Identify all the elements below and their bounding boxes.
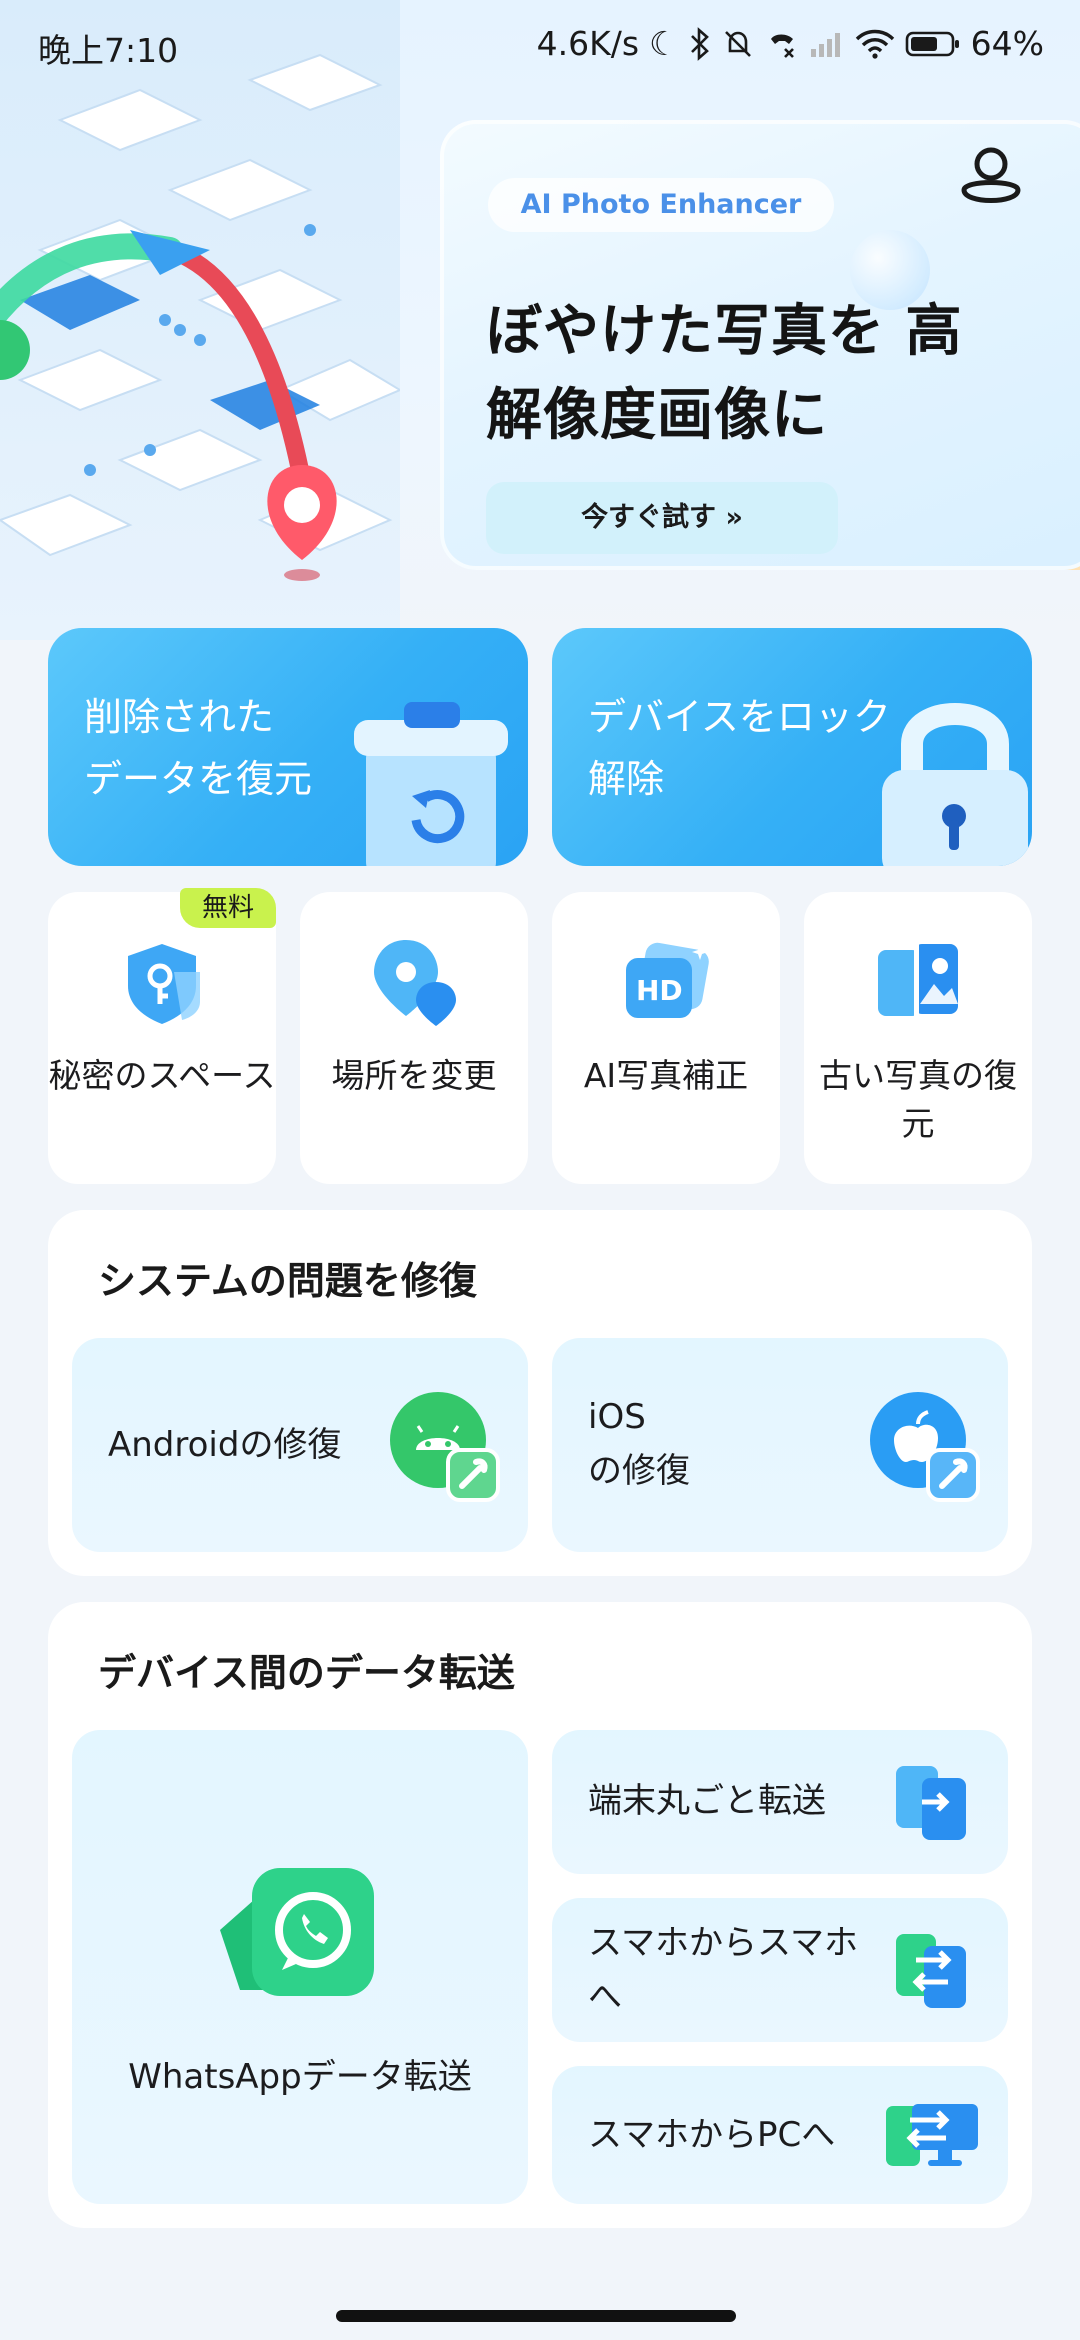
phone-to-phone-icon [896,1934,966,2008]
status-time: 晚上7:10 [38,31,179,70]
try-now-button[interactable]: 今すぐ試す » [486,482,838,554]
double-chevron-right-icon: » [725,502,743,533]
system-repair-section: システムの問題を修復 Androidの修復 iOS の修復 [48,1210,1032,1576]
shield-key-icon [128,944,200,1024]
android-repair-icon [390,1392,500,1502]
banner-headline-line1: ぼやけた写真を 高 [486,299,963,364]
status-icons: 4.6K/s ☾ 64% [537,24,1044,63]
whatsapp-transfer-icon [220,1868,374,1996]
home-indicator[interactable] [336,2310,736,2322]
data-transfer-section: デバイス間のデータ転送 WhatsAppデータ転送 端末丸ごと転送 スマホからス… [48,1602,1032,2228]
hd-photo-icon: HD [626,942,709,1018]
device-transfer-icon [896,1766,966,1840]
cellular-signal-icon [810,32,840,57]
phone-to-phone-card[interactable]: スマホからスマホへ [552,1898,1008,2042]
try-now-label: 今すぐ試す [581,502,717,533]
mute-bell-icon [724,30,751,57]
tool-change-location[interactable]: 場所を変更 [300,892,528,1184]
location-pin-icon [374,940,456,1026]
phone-to-pc-card[interactable]: スマホからPCへ [552,2066,1008,2204]
whatsapp-transfer-card[interactable]: WhatsAppデータ転送 [72,1730,528,2204]
tool-label: 秘密のスペース [48,1056,276,1095]
battery-percent: 64% [970,24,1044,63]
tool-ai-photo-enhance[interactable]: HD AI写真補正 [552,892,780,1184]
profile-icon[interactable] [956,140,1026,210]
phone-to-pc-icon [886,2104,978,2166]
section-title: システムの問題を修復 [98,1259,477,1303]
wifi-icon [855,29,894,59]
svg-text:HD: HD [636,974,683,1007]
banner-headline-line2: 解像度画像に [486,383,828,448]
battery-icon [905,31,959,56]
trash-bin-icon [354,702,508,866]
tool-label: 場所を変更 [331,1056,497,1095]
whole-device-transfer-label: 端末丸ごと転送 [588,1781,826,1821]
ios-repair-icon [870,1392,980,1502]
padlock-icon [882,703,1028,866]
whatsapp-transfer-label: WhatsAppデータ転送 [128,2057,472,2097]
call-off-icon [770,34,794,58]
ios-repair-label: iOS の修復 [588,1397,690,1491]
banner-tag: AI Photo Enhancer [488,178,834,232]
bluetooth-icon [690,26,709,61]
section-title: デバイス間のデータ転送 [98,1651,515,1695]
ios-repair-card[interactable]: iOS の修復 [552,1338,1008,1552]
free-badge: 無料 [180,888,276,928]
status-bar: 晚上7:10 4.6K/s ☾ 64% [0,0,1080,94]
banner-headline: ぼやけた写真を 高 解像度画像に [486,290,1026,458]
tool-label: AI写真補正 [583,1056,749,1095]
whole-device-transfer-card[interactable]: 端末丸ごと転送 [552,1730,1008,1874]
android-repair-card[interactable]: Androidの修復 [72,1338,528,1552]
map-illustration [0,0,400,640]
net-speed: 4.6K/s [536,24,640,63]
photo-restore-icon [878,940,958,1026]
unlock-device-card[interactable]: デバイスをロック 解除 [552,628,1032,866]
android-repair-label: Androidの修復 [108,1425,342,1465]
moon-icon: ☾ [649,24,679,63]
recover-deleted-label: 削除された データを復元 [84,695,313,801]
tool-old-photo-restore[interactable]: 古い写真の復元 [804,892,1032,1184]
tool-secret-space[interactable]: 秘密のスペース [48,892,276,1184]
tool-label: 古い写真の復元 [819,1056,1017,1143]
phone-to-pc-label: スマホからPCへ [588,2115,836,2155]
recover-deleted-data-card[interactable]: 削除された データを復元 [48,628,528,866]
phone-to-phone-label: スマホからスマホへ [588,1923,858,2017]
unlock-device-label: デバイスをロック 解除 [588,695,891,801]
